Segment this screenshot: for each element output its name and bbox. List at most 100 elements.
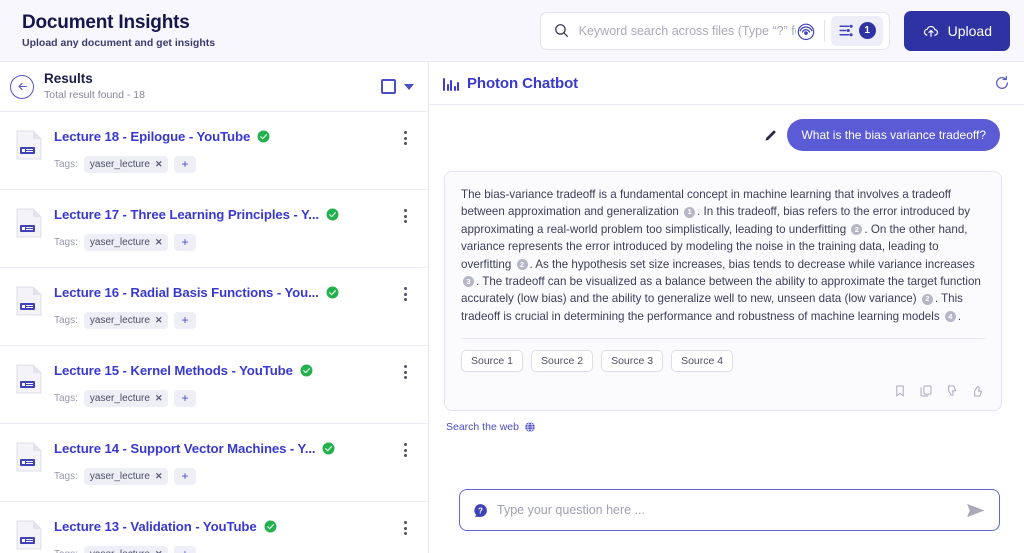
citation-badge[interactable]: 2 — [921, 293, 933, 305]
verified-check-icon — [257, 130, 270, 143]
bookmark-icon[interactable] — [893, 384, 907, 398]
result-tags-row: Tags: yaser_lecture ✕ + — [54, 468, 388, 485]
result-content: Lecture 16 - Radial Basis Functions - Yo… — [54, 285, 388, 329]
result-tags-row: Tags: yaser_lecture ✕ + — [54, 156, 388, 173]
result-list-item[interactable]: Lecture 17 - Three Learning Principles -… — [0, 190, 428, 268]
search-web-link[interactable]: Search the web — [446, 421, 519, 433]
results-title-block: Results Total result found - 18 — [44, 71, 145, 102]
add-tag-button[interactable]: + — [174, 390, 196, 407]
result-title[interactable]: Lecture 18 - Epilogue - YouTube — [54, 129, 250, 144]
header-actions: 1 Upload — [539, 10, 1010, 51]
chatbot-header: Photon Chatbot — [429, 62, 1024, 105]
send-icon[interactable] — [965, 502, 987, 519]
result-title-row: Lecture 14 - Support Vector Machines - Y… — [54, 441, 388, 456]
remove-tag-icon[interactable]: ✕ — [155, 393, 163, 404]
add-tag-button[interactable]: + — [174, 312, 196, 329]
thumbs-up-icon[interactable] — [971, 384, 985, 398]
result-more-menu-button[interactable] — [396, 521, 414, 535]
source-chip[interactable]: Source 3 — [601, 350, 664, 373]
result-title[interactable]: Lecture 16 - Radial Basis Functions - Yo… — [54, 285, 319, 300]
tag-chip[interactable]: yaser_lecture ✕ — [83, 468, 169, 485]
web-search-row[interactable]: Search the web — [446, 421, 1002, 433]
result-tags-row: Tags: yaser_lecture ✕ + — [54, 312, 388, 329]
result-list-item[interactable]: Lecture 15 - Kernel Methods - YouTube Ta… — [0, 346, 428, 424]
tag-chip[interactable]: yaser_lecture ✕ — [83, 312, 169, 329]
filter-count-badge: 1 — [858, 22, 876, 39]
result-content: Lecture 18 - Epilogue - YouTube Tags: ya… — [54, 129, 388, 173]
result-content: Lecture 15 - Kernel Methods - YouTube Ta… — [54, 363, 388, 407]
upload-button-label: Upload — [947, 22, 992, 39]
chevron-down-icon[interactable] — [404, 83, 414, 90]
add-tag-button[interactable]: + — [174, 468, 196, 485]
tags-label: Tags: — [54, 237, 78, 248]
select-all-checkbox[interactable] — [381, 79, 396, 94]
user-message-row: What is the bias variance tradeoff? — [439, 119, 1002, 151]
result-list-item[interactable]: Lecture 18 - Epilogue - YouTube Tags: ya… — [0, 112, 428, 190]
citation-badge[interactable]: 4 — [944, 311, 956, 323]
copy-icon[interactable] — [919, 384, 933, 398]
remove-tag-icon[interactable]: ✕ — [155, 471, 163, 482]
add-tag-button[interactable]: + — [174, 156, 196, 173]
pencil-icon[interactable] — [763, 128, 778, 143]
svg-text:?: ? — [478, 506, 483, 515]
result-more-menu-button[interactable] — [396, 365, 414, 379]
result-list-item[interactable]: Lecture 13 - Validation - YouTube Tags: … — [0, 502, 428, 553]
result-title-row: Lecture 13 - Validation - YouTube — [54, 519, 388, 534]
result-list-item[interactable]: Lecture 14 - Support Vector Machines - Y… — [0, 424, 428, 502]
result-more-menu-button[interactable] — [396, 131, 414, 145]
answer-actions — [461, 384, 985, 400]
result-more-menu-button[interactable] — [396, 209, 414, 223]
result-content: Lecture 17 - Three Learning Principles -… — [54, 207, 388, 251]
refresh-icon[interactable] — [994, 75, 1010, 91]
main-body: Results Total result found - 18 Lecture … — [0, 62, 1024, 553]
remove-tag-icon[interactable]: ✕ — [155, 159, 163, 170]
chatbot-panel: Photon Chatbot What is the bias variance… — [429, 62, 1024, 553]
remove-tag-icon[interactable]: ✕ — [155, 315, 163, 326]
source-chip[interactable]: Source 4 — [671, 350, 734, 373]
chat-input-area: ? — [429, 489, 1024, 553]
tag-chip[interactable]: yaser_lecture ✕ — [83, 234, 169, 251]
result-title[interactable]: Lecture 14 - Support Vector Machines - Y… — [54, 441, 315, 456]
thumbs-down-icon[interactable] — [945, 384, 959, 398]
citation-badge[interactable]: 2 — [516, 258, 528, 270]
tag-chip[interactable]: yaser_lecture ✕ — [83, 156, 169, 173]
chat-input-bar[interactable]: ? — [459, 489, 1000, 531]
tag-chip-label: yaser_lecture — [89, 315, 150, 326]
radar-icon[interactable] — [796, 21, 816, 41]
citation-badge[interactable]: 2 — [851, 224, 863, 236]
result-list-item[interactable]: Lecture 16 - Radial Basis Functions - Yo… — [0, 268, 428, 346]
results-list[interactable]: Lecture 18 - Epilogue - YouTube Tags: ya… — [0, 112, 428, 553]
verified-check-icon — [326, 208, 339, 221]
source-chip[interactable]: Source 1 — [461, 350, 524, 373]
back-button[interactable] — [10, 74, 34, 99]
upload-button[interactable]: Upload — [903, 10, 1010, 51]
search-input[interactable] — [578, 23, 796, 38]
result-title[interactable]: Lecture 15 - Kernel Methods - YouTube — [54, 363, 293, 378]
waveform-icon — [443, 76, 459, 91]
result-content: Lecture 14 - Support Vector Machines - Y… — [54, 441, 388, 485]
tags-label: Tags: — [54, 159, 78, 170]
citation-badge[interactable]: 1 — [684, 206, 696, 218]
document-file-icon — [16, 364, 42, 394]
result-title[interactable]: Lecture 13 - Validation - YouTube — [54, 519, 257, 534]
result-more-menu-button[interactable] — [396, 287, 414, 301]
add-tag-button[interactable]: + — [174, 234, 196, 251]
tag-chip[interactable]: yaser_lecture ✕ — [83, 390, 169, 407]
remove-tag-icon[interactable]: ✕ — [155, 237, 163, 248]
sources-row: Source 1 Source 2 Source 3 Source 4 — [461, 350, 985, 373]
source-chip[interactable]: Source 2 — [531, 350, 594, 373]
add-tag-button[interactable]: + — [174, 546, 196, 553]
tag-chip[interactable]: yaser_lecture ✕ — [83, 546, 169, 553]
citation-badge[interactable]: 3 — [463, 276, 474, 288]
filter-button[interactable]: 1 — [830, 15, 883, 46]
result-more-menu-button[interactable] — [396, 443, 414, 457]
global-search-box[interactable]: 1 — [539, 11, 890, 50]
result-title[interactable]: Lecture 17 - Three Learning Principles -… — [54, 207, 319, 222]
chat-question-input[interactable] — [497, 503, 965, 517]
back-arrow-icon — [17, 82, 27, 91]
results-header: Results Total result found - 18 — [0, 62, 428, 112]
tags-label: Tags: — [54, 315, 78, 326]
results-title: Results — [44, 71, 93, 86]
remove-tag-icon[interactable]: ✕ — [155, 549, 163, 553]
verified-check-icon — [326, 286, 339, 299]
